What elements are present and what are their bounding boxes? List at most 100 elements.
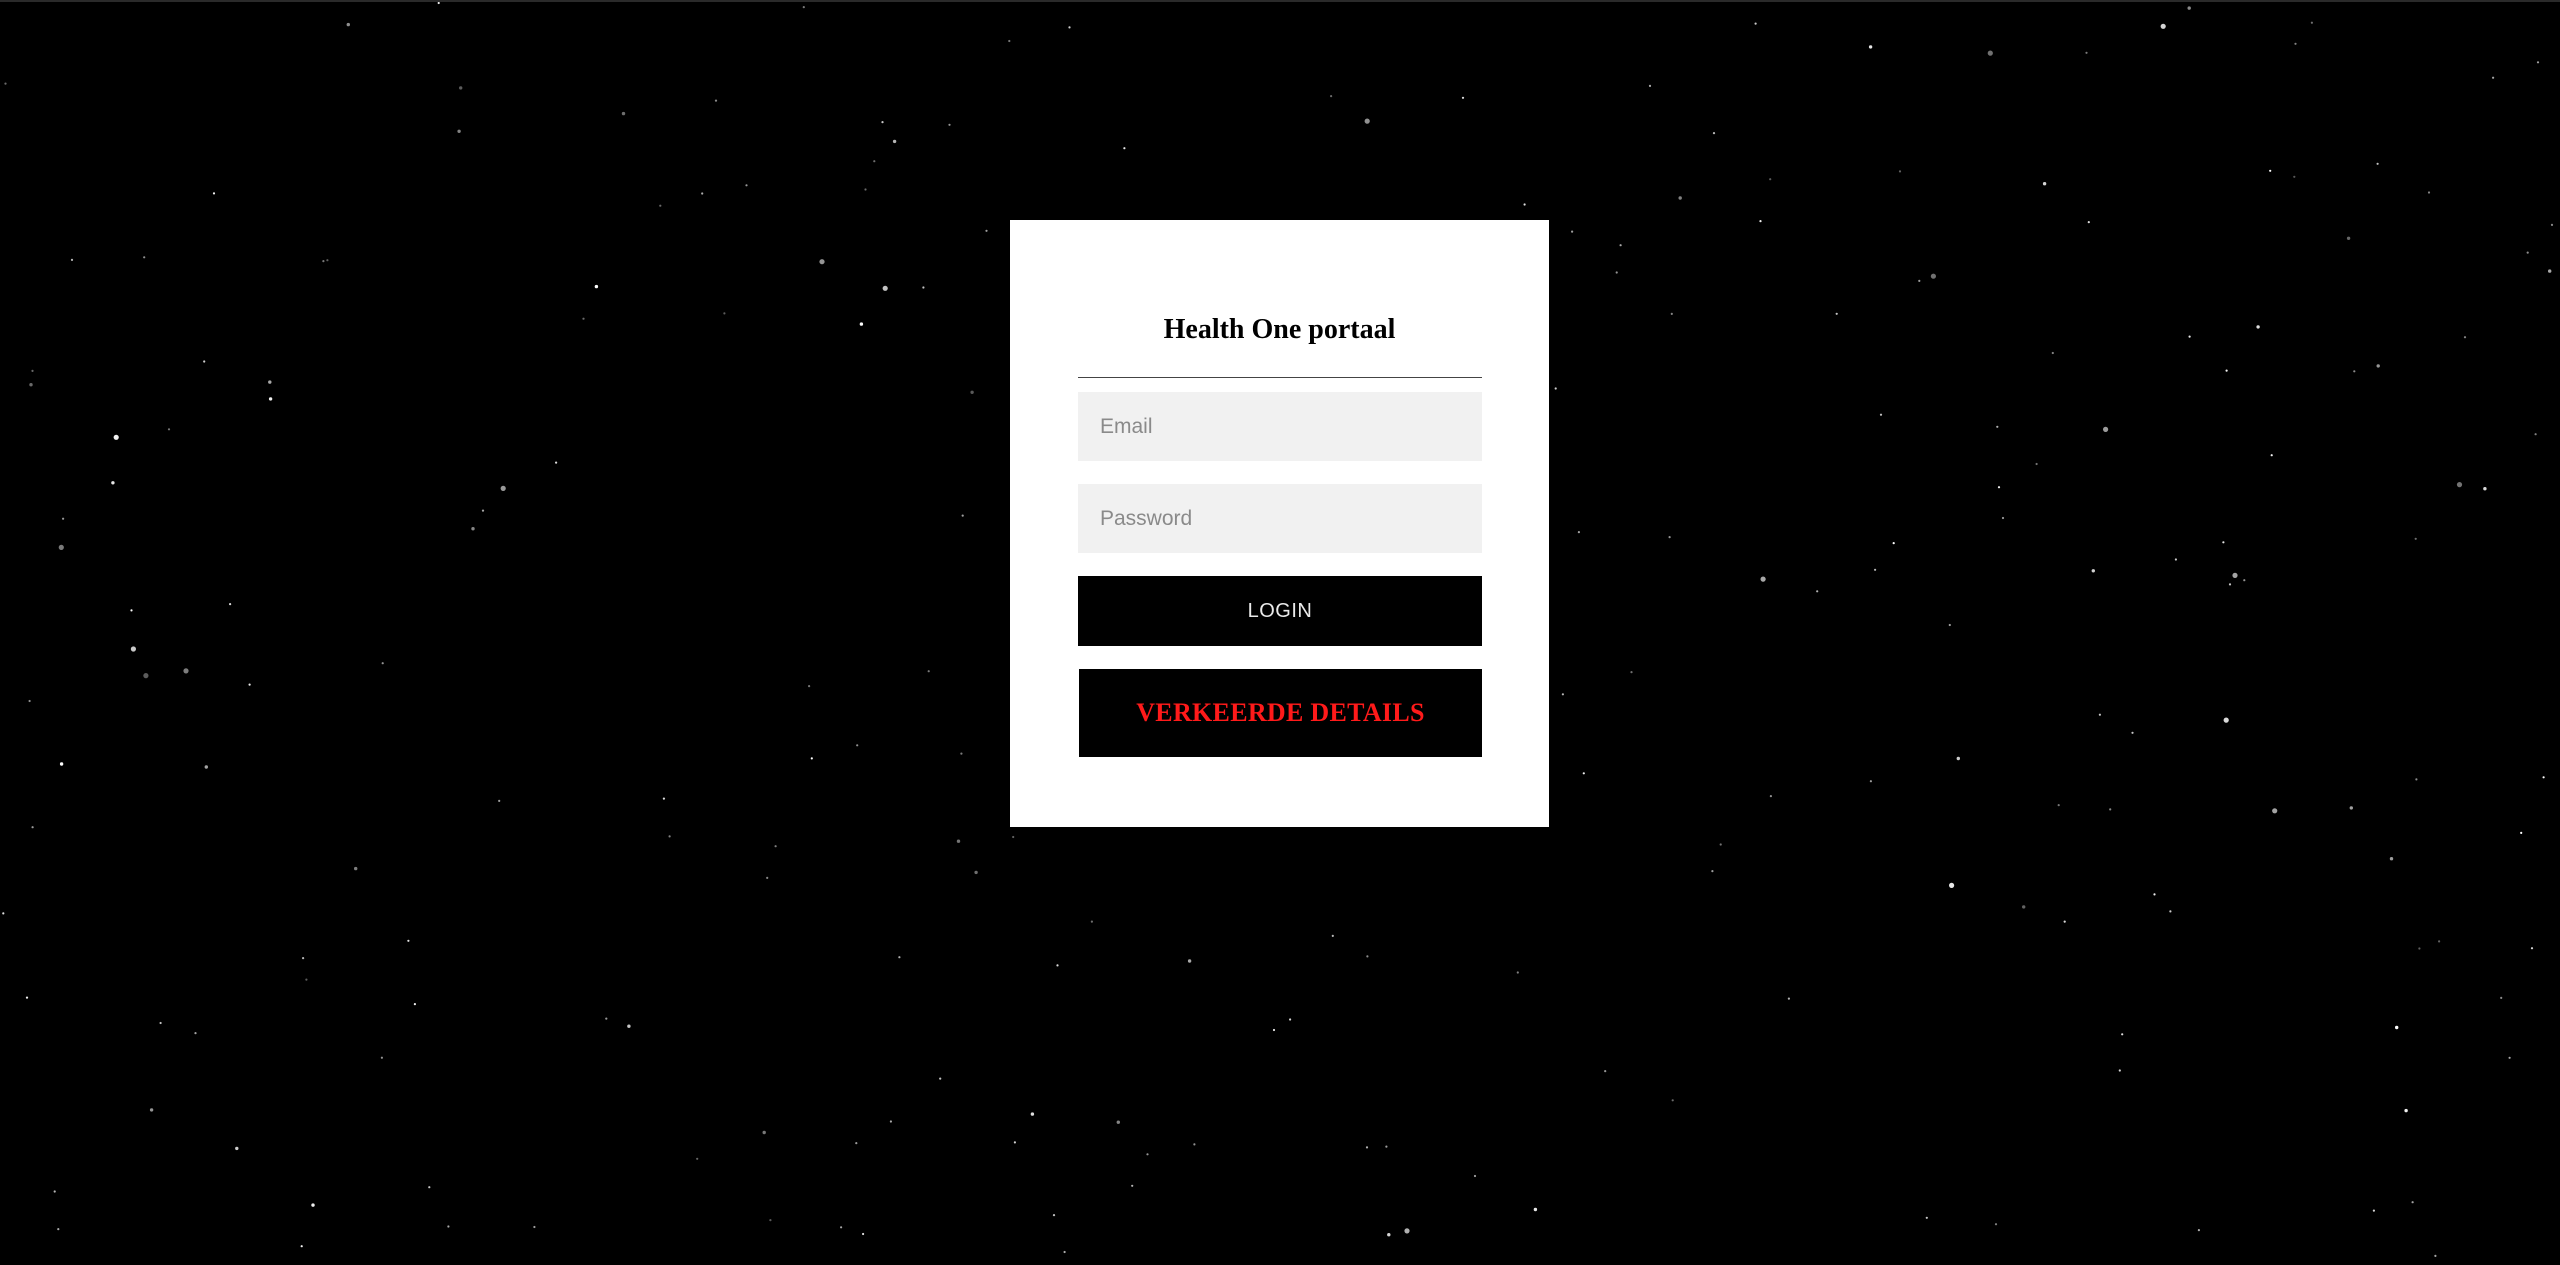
- email-field[interactable]: [1078, 392, 1482, 461]
- star: [59, 762, 64, 766]
- star: [970, 390, 974, 394]
- login-card: Health One portaal LOGIN VERKEERDE DETAI…: [1010, 220, 1549, 827]
- star: [766, 876, 769, 880]
- star: [668, 835, 671, 838]
- star: [167, 428, 171, 431]
- star: [2438, 940, 2441, 943]
- star: [1987, 50, 1993, 56]
- star: [1670, 312, 1673, 315]
- star: [2508, 1056, 2511, 1059]
- star: [2427, 191, 2431, 194]
- error-message: VERKEERDE DETAILS: [1136, 698, 1425, 727]
- star: [533, 1225, 536, 1229]
- star: [840, 1226, 843, 1229]
- star: [1769, 795, 1772, 798]
- star: [1187, 959, 1192, 963]
- star: [864, 188, 867, 191]
- star: [2415, 778, 2418, 781]
- star: [268, 397, 273, 401]
- star: [159, 1021, 162, 1025]
- star: [380, 1056, 383, 1059]
- star: [882, 285, 888, 291]
- star: [2530, 947, 2534, 950]
- star: [2187, 6, 2191, 10]
- star: [428, 1186, 431, 1189]
- star: [1116, 1120, 1121, 1124]
- star: [57, 1228, 60, 1231]
- star: [2256, 325, 2260, 329]
- star: [2118, 1069, 2121, 1072]
- star: [2051, 351, 2054, 355]
- star: [322, 260, 325, 263]
- star: [1997, 486, 2001, 489]
- star: [1561, 693, 1564, 696]
- star: [659, 204, 662, 207]
- star: [143, 256, 146, 259]
- star: [605, 1017, 608, 1020]
- star: [311, 1203, 315, 1207]
- star: [2098, 713, 2101, 716]
- star: [856, 744, 859, 747]
- star: [2042, 182, 2047, 186]
- star: [1868, 45, 1873, 49]
- star: [498, 799, 501, 803]
- login-button[interactable]: LOGIN: [1078, 576, 1482, 646]
- star: [2463, 336, 2467, 339]
- star: [1582, 772, 1585, 775]
- star: [2153, 893, 2156, 896]
- star: [2483, 487, 2487, 491]
- star: [810, 757, 813, 760]
- star: [582, 317, 585, 320]
- star: [1711, 870, 1714, 873]
- star: [25, 996, 29, 999]
- star: [2404, 1108, 2408, 1113]
- star: [1835, 312, 1838, 315]
- star: [862, 1232, 865, 1236]
- star: [149, 1108, 154, 1112]
- star: [1052, 1214, 1056, 1217]
- star: [500, 485, 506, 491]
- star: [1090, 920, 1093, 923]
- star: [2526, 251, 2529, 254]
- star: [1949, 882, 1955, 889]
- star: [1615, 271, 1618, 274]
- star: [2109, 808, 2112, 811]
- star: [437, 2, 440, 5]
- star: [1996, 425, 1999, 428]
- star: [1289, 1018, 1292, 1021]
- star: [1630, 671, 1633, 674]
- star: [1930, 273, 1936, 279]
- star: [2121, 1033, 2124, 1036]
- star: [714, 99, 718, 102]
- star: [881, 121, 884, 124]
- star: [1648, 84, 1652, 87]
- star: [1068, 26, 1071, 29]
- star: [855, 1142, 858, 1145]
- password-field[interactable]: [1078, 484, 1482, 553]
- star: [802, 6, 805, 9]
- star: [662, 797, 666, 800]
- star: [2169, 910, 2172, 913]
- star: [111, 481, 115, 485]
- star: [2550, 223, 2554, 226]
- star: [1712, 132, 1716, 135]
- star: [1554, 387, 1557, 390]
- star: [1461, 96, 1465, 99]
- star: [1473, 1174, 1477, 1178]
- star: [2223, 717, 2229, 723]
- star: [457, 129, 461, 133]
- star: [2035, 462, 2038, 466]
- star: [2022, 905, 2026, 909]
- star: [346, 22, 350, 27]
- star: [696, 1157, 699, 1160]
- star: [774, 845, 777, 848]
- star: [2414, 537, 2417, 540]
- star: [413, 1003, 416, 1006]
- star: [1577, 531, 1580, 534]
- star: [203, 360, 206, 363]
- star: [302, 957, 305, 960]
- star: [2057, 804, 2060, 807]
- star: [808, 685, 811, 688]
- star: [2087, 221, 2090, 224]
- star: [471, 527, 475, 531]
